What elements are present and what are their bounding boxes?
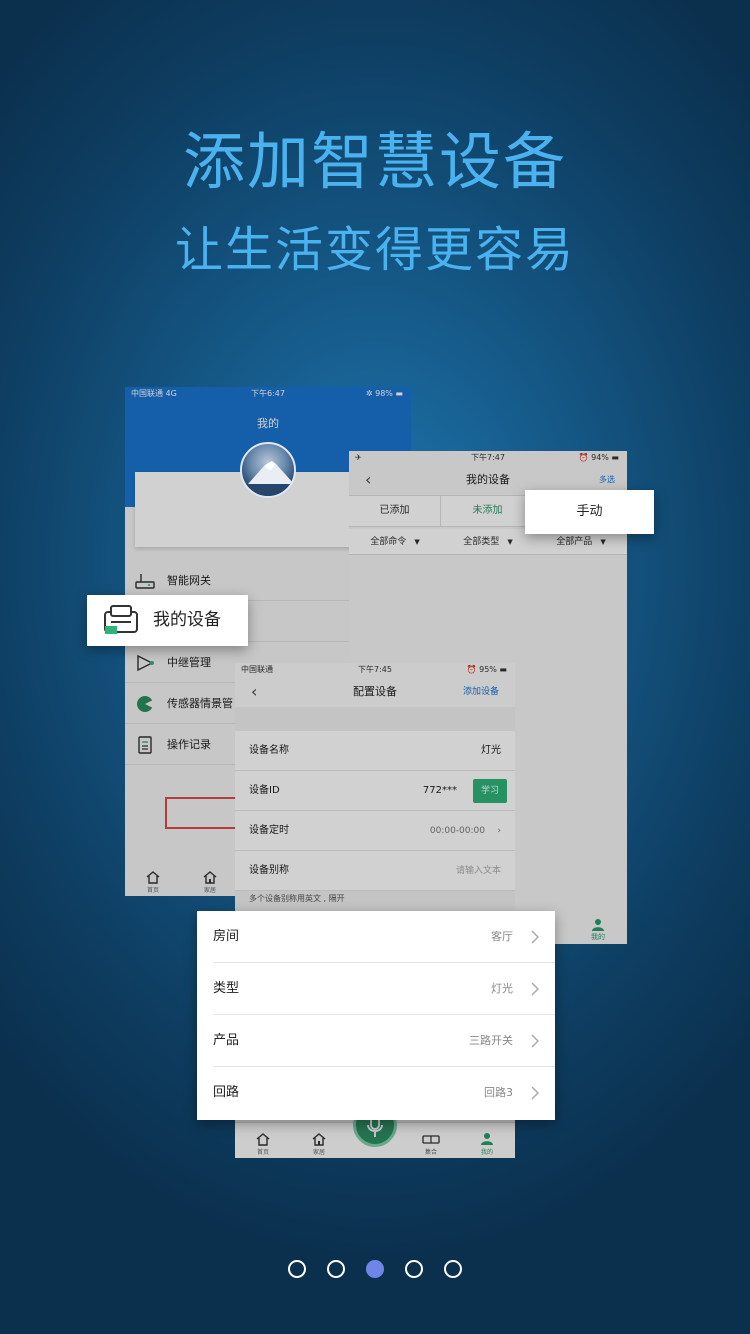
- headline-subtitle: 让生活变得更容易: [174, 222, 575, 278]
- house-icon: [312, 1133, 326, 1146]
- property-row-product[interactable]: 产品 三路开关: [197, 1015, 555, 1067]
- property-value: 灯光: [491, 982, 513, 995]
- tab-label: 家居: [312, 1149, 325, 1156]
- device-box-icon: [104, 605, 138, 634]
- property-label: 回路: [213, 1085, 240, 1100]
- property-row-room[interactable]: 房间 客厅: [197, 911, 555, 963]
- router-icon: [135, 574, 155, 589]
- tab-house[interactable]: 家居: [190, 870, 230, 894]
- page-dot-5[interactable]: [444, 1260, 462, 1278]
- segment-not-added[interactable]: 未添加: [442, 496, 534, 526]
- row-device-name[interactable]: 设备名称 灯光: [235, 731, 515, 771]
- tab-house[interactable]: 家居: [299, 1132, 339, 1156]
- property-label: 产品: [213, 1033, 240, 1048]
- battery-text: ✲ 98% ▬: [365, 389, 403, 398]
- row-value: 00:00-00:00: [429, 826, 485, 836]
- home-icon: [146, 871, 160, 884]
- user-icon: [592, 919, 604, 931]
- page-title: 配置设备: [353, 685, 397, 698]
- property-row-circuit[interactable]: 回路 回路3: [197, 1067, 555, 1119]
- tab-label: 家居: [203, 887, 216, 894]
- dropdown-arrow-icon: ▼: [507, 538, 513, 546]
- row-value: 灯光: [481, 745, 501, 756]
- tab-me[interactable]: 我的: [467, 1132, 507, 1156]
- property-value: 客厅: [491, 930, 513, 943]
- chevron-right-icon: [531, 982, 539, 996]
- add-device-button[interactable]: 添加设备: [463, 677, 499, 707]
- menu-label: 操作记录: [167, 738, 211, 751]
- popup-manual[interactable]: 手动: [525, 490, 654, 534]
- filter-command[interactable]: 全部命令 ▼: [349, 529, 441, 555]
- status-bar: 中国联通 下午7:45 ⏰ 95% ▬: [235, 663, 515, 677]
- battery-text: ⏰ 94% ▬: [578, 453, 619, 462]
- alias-hint: 多个设备别称用英文 , 隔开: [249, 894, 345, 903]
- popup-my-devices[interactable]: 我的设备: [87, 595, 248, 646]
- sensor-icon: [137, 696, 153, 712]
- row-device-alias[interactable]: 设备别称 请输入文本: [235, 851, 515, 891]
- tab-bar: 首页 家居 集合 我的: [235, 1103, 515, 1158]
- page-dot-4[interactable]: [405, 1260, 423, 1278]
- user-icon: [481, 1133, 493, 1145]
- page-dot-1[interactable]: [288, 1260, 306, 1278]
- chevron-right-icon: [531, 1034, 539, 1048]
- chevron-right-icon: ›: [497, 826, 501, 836]
- tab-label: 我的: [591, 933, 605, 941]
- row-label: 设备ID: [249, 785, 280, 796]
- chevron-right-icon: [531, 1086, 539, 1100]
- row-label: 设备别称: [249, 865, 289, 876]
- property-value: 回路3: [484, 1086, 513, 1099]
- tab-label: 集合: [424, 1149, 437, 1156]
- dropdown-arrow-icon: ▼: [414, 538, 420, 546]
- tab-home[interactable]: 首页: [243, 1132, 283, 1156]
- tab-me[interactable]: 我的: [583, 918, 613, 942]
- chevron-right-icon: [531, 930, 539, 944]
- row-device-id: 设备ID 772*** 学习: [235, 771, 515, 811]
- page-indicator: [0, 1260, 750, 1278]
- status-bar: 中国联通 4G 下午6:47 ✲ 98% ▬: [125, 387, 411, 401]
- page-title: 我的: [257, 417, 279, 430]
- row-label: 设备定时: [249, 825, 289, 836]
- property-label: 类型: [213, 981, 240, 996]
- tab-label: 我的: [480, 1149, 493, 1156]
- log-icon: [138, 736, 152, 754]
- popup-device-properties: 房间 客厅 类型 灯光 产品 三路开关 回路 回路3: [197, 911, 555, 1120]
- popup-label: 我的设备: [153, 610, 221, 630]
- house-icon: [203, 871, 217, 884]
- page-dot-2[interactable]: [327, 1260, 345, 1278]
- row-label: 设备名称: [249, 745, 289, 756]
- alias-input[interactable]: 请输入文本: [456, 851, 501, 891]
- learn-button[interactable]: 学习: [473, 779, 507, 803]
- nav-bar: ‹ 配置设备 添加设备: [235, 677, 515, 707]
- segment-added[interactable]: 已添加: [349, 496, 441, 526]
- back-chevron-icon[interactable]: ‹: [365, 465, 371, 495]
- tab-label: 首页: [146, 887, 159, 894]
- page-title: 我的设备: [466, 473, 510, 486]
- status-bar: ✈ 下午7:47 ⏰ 94% ▬: [349, 451, 627, 465]
- back-chevron-icon[interactable]: ‹: [251, 677, 257, 707]
- property-label: 房间: [213, 929, 240, 944]
- dropdown-arrow-icon: ▼: [600, 538, 606, 546]
- page-dot-3-active[interactable]: [366, 1260, 384, 1278]
- tab-label: 首页: [256, 1149, 269, 1156]
- tab-collection[interactable]: 集合: [411, 1132, 451, 1156]
- filter-type[interactable]: 全部类型 ▼: [442, 529, 534, 555]
- tab-home[interactable]: 首页: [133, 870, 173, 894]
- avatar[interactable]: [240, 442, 296, 498]
- home-icon: [256, 1133, 270, 1146]
- headline-title: 添加智慧设备: [182, 125, 567, 198]
- menu-label: 中继管理: [167, 656, 211, 669]
- property-row-type[interactable]: 类型 灯光: [197, 963, 555, 1015]
- row-value: 772***: [422, 785, 457, 796]
- sofa-icon: [422, 1135, 440, 1144]
- menu-label: 传感器情景管: [167, 697, 233, 710]
- relay-icon: [137, 654, 154, 672]
- row-device-timer[interactable]: 设备定时 00:00-00:00 ›: [235, 811, 515, 851]
- battery-text: ⏰ 95% ▬: [466, 665, 507, 674]
- property-value: 三路开关: [469, 1034, 513, 1047]
